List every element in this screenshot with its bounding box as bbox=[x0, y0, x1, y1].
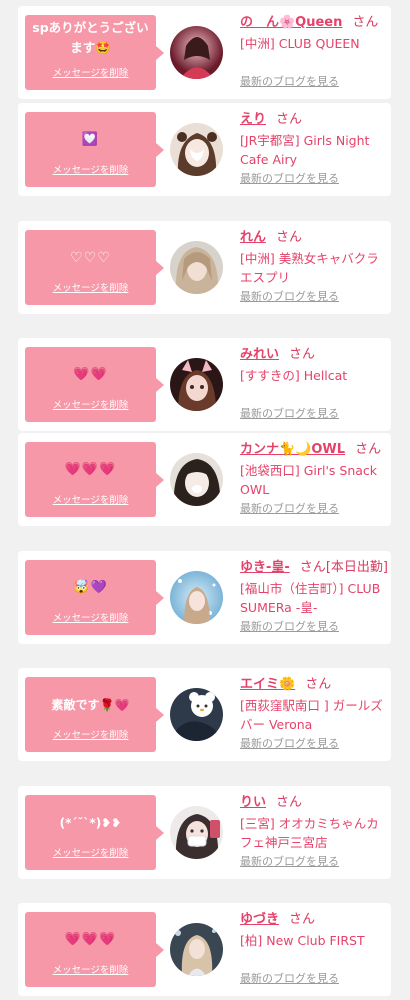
message-bubble: 💗💗💗 メッセージを削除 bbox=[25, 912, 164, 987]
avatar[interactable] bbox=[170, 923, 223, 976]
honorific: さん bbox=[299, 560, 326, 575]
message-text: 💗💗 bbox=[73, 367, 108, 382]
avatar[interactable] bbox=[170, 453, 223, 506]
avatar[interactable] bbox=[170, 806, 223, 859]
honorific: さん bbox=[289, 912, 316, 927]
message-text: 🤯💜 bbox=[73, 580, 108, 595]
delete-message-link[interactable]: メッセージを削除 bbox=[25, 492, 156, 506]
shop-name: [JR宇都宮] Girls Night Cafe Airy bbox=[240, 133, 370, 167]
cast-name-line: カンナ🐈🌙OWL さん bbox=[240, 441, 385, 459]
message-card: 🤯💜 メッセージを削除 ゆき-皇- さん[本日出勤] [福山市（住吉町）] CLU… bbox=[18, 551, 391, 644]
cast-name-line: えり さん bbox=[240, 111, 385, 129]
delete-message-link[interactable]: メッセージを削除 bbox=[25, 962, 156, 976]
message-card: 素敵です🌹💗 メッセージを削除 エイミ🌼 さん [西荻窪駅南口 ] ガールズバー … bbox=[18, 668, 391, 761]
message-text: (*ˊ˘ˋ*)❥❥ bbox=[59, 816, 122, 830]
shop-name: [福山市（住吉町）] CLUB SUMERa -皇- bbox=[240, 581, 381, 615]
cast-name-link[interactable]: ゆづき bbox=[240, 912, 279, 927]
delete-message-link[interactable]: メッセージを削除 bbox=[25, 162, 156, 176]
cast-name-link[interactable]: エイミ🌼 bbox=[240, 677, 295, 692]
message-bubble: (*ˊ˘ˋ*)❥❥ メッセージを削除 bbox=[25, 795, 164, 870]
delete-message-link[interactable]: メッセージを削除 bbox=[25, 845, 156, 859]
honorific: さん bbox=[276, 112, 303, 127]
message-text: 💗💗💗 bbox=[64, 932, 117, 947]
message-text: ♡♡♡ bbox=[70, 250, 111, 266]
shop-name: [池袋西口] Girl's Snack OWL bbox=[240, 463, 378, 497]
avatar[interactable] bbox=[170, 688, 223, 741]
message-card: ♡♡♡ メッセージを削除 れん さん [中洲] 美熟女キャバクラ エスプリ 最新の… bbox=[18, 221, 391, 314]
cast-name-line: エイミ🌼 さん bbox=[240, 676, 385, 694]
delete-message-link[interactable]: メッセージを削除 bbox=[25, 610, 156, 624]
shop-name: [中洲] CLUB QUEEN bbox=[240, 36, 360, 51]
cast-name-link[interactable]: カンナ🐈🌙OWL bbox=[240, 442, 345, 457]
avatar[interactable] bbox=[170, 123, 223, 176]
cast-name-line: みれい さん bbox=[240, 346, 385, 364]
honorific: さん bbox=[305, 677, 332, 692]
cast-name-link[interactable]: みれい bbox=[240, 347, 279, 362]
avatar[interactable] bbox=[170, 358, 223, 411]
shop-name: [柏] New Club FIRST bbox=[240, 933, 365, 948]
message-bubble: 💗💗 メッセージを削除 bbox=[25, 347, 164, 422]
latest-blog-link[interactable]: 最新のブログを見る bbox=[240, 170, 339, 186]
honorific: さん bbox=[352, 15, 379, 30]
message-card: spありがとうございます🤩 メッセージを削除 の ん🌸Queen さん [中洲] … bbox=[18, 6, 391, 99]
latest-blog-link[interactable]: 最新のブログを見る bbox=[240, 853, 339, 869]
latest-blog-link[interactable]: 最新のブログを見る bbox=[240, 618, 339, 634]
message-card: (*ˊ˘ˋ*)❥❥ メッセージを削除 りい さん [三宮] オオカミちゃんカフェ神… bbox=[18, 786, 391, 879]
latest-blog-link[interactable]: 最新のブログを見る bbox=[240, 500, 339, 516]
cast-name-line: ゆき-皇- さん[本日出勤] bbox=[240, 559, 388, 577]
shop-name: [中洲] 美熟女キャバクラ エスプリ bbox=[240, 251, 379, 285]
message-card: 💗💗💗 メッセージを削除 ゆづき さん [柏] New Club FIRST 最新… bbox=[18, 903, 391, 996]
avatar[interactable] bbox=[170, 26, 223, 79]
status-label: [本日出勤] bbox=[325, 560, 388, 575]
latest-blog-link[interactable]: 最新のブログを見る bbox=[240, 970, 339, 986]
shop-name: [三宮] オオカミちゃんカフェ神戸三宮店 bbox=[240, 816, 379, 850]
message-card: 💗💗💗 メッセージを削除 カンナ🐈🌙OWL さん [池袋西口] Girl's Sn… bbox=[18, 433, 391, 526]
message-bubble: 💗💗💗 メッセージを削除 bbox=[25, 442, 164, 517]
latest-blog-link[interactable]: 最新のブログを見る bbox=[240, 288, 339, 304]
shop-name: [西荻窪駅南口 ] ガールズバー Verona bbox=[240, 698, 383, 732]
message-bubble: ♡♡♡ メッセージを削除 bbox=[25, 230, 164, 305]
honorific: さん bbox=[276, 795, 303, 810]
cast-name-link[interactable]: りい bbox=[240, 795, 266, 810]
cast-name-link[interactable]: の ん🌸Queen bbox=[240, 15, 342, 30]
cast-name-link[interactable]: れん bbox=[240, 230, 266, 245]
latest-blog-link[interactable]: 最新のブログを見る bbox=[240, 735, 339, 751]
honorific: さん bbox=[355, 442, 382, 457]
message-bubble: 💟 メッセージを削除 bbox=[25, 112, 164, 187]
message-text: 💗💗💗 bbox=[64, 462, 117, 477]
avatar[interactable] bbox=[170, 571, 223, 624]
shop-name: [すすきの] Hellcat bbox=[240, 368, 348, 383]
message-text: 素敵です🌹💗 bbox=[51, 698, 130, 712]
honorific: さん bbox=[289, 347, 316, 362]
avatar[interactable] bbox=[170, 241, 223, 294]
message-text: spありがとうございます🤩 bbox=[32, 20, 149, 55]
cast-name-line: の ん🌸Queen さん bbox=[240, 14, 385, 32]
message-bubble: 🤯💜 メッセージを削除 bbox=[25, 560, 164, 635]
delete-message-link[interactable]: メッセージを削除 bbox=[25, 397, 156, 411]
cast-name-link[interactable]: ゆき-皇- bbox=[240, 560, 290, 575]
delete-message-link[interactable]: メッセージを削除 bbox=[25, 280, 156, 294]
cast-name-line: りい さん bbox=[240, 794, 385, 812]
cast-name-line: れん さん bbox=[240, 229, 385, 247]
delete-message-link[interactable]: メッセージを削除 bbox=[25, 65, 156, 79]
honorific: さん bbox=[276, 230, 303, 245]
latest-blog-link[interactable]: 最新のブログを見る bbox=[240, 405, 339, 421]
message-bubble: spありがとうございます🤩 メッセージを削除 bbox=[25, 15, 164, 90]
latest-blog-link[interactable]: 最新のブログを見る bbox=[240, 73, 339, 89]
message-card: 💗💗 メッセージを削除 みれい さん [すすきの] Hellcat 最新のブログを… bbox=[18, 338, 391, 431]
delete-message-link[interactable]: メッセージを削除 bbox=[25, 727, 156, 741]
message-text: 💟 bbox=[81, 132, 100, 147]
cast-name-link[interactable]: えり bbox=[240, 112, 266, 127]
cast-name-line: ゆづき さん bbox=[240, 911, 385, 929]
message-bubble: 素敵です🌹💗 メッセージを削除 bbox=[25, 677, 164, 752]
message-card: 💟 メッセージを削除 えり さん [JR宇都宮] Girls Night Cafe… bbox=[18, 103, 391, 196]
